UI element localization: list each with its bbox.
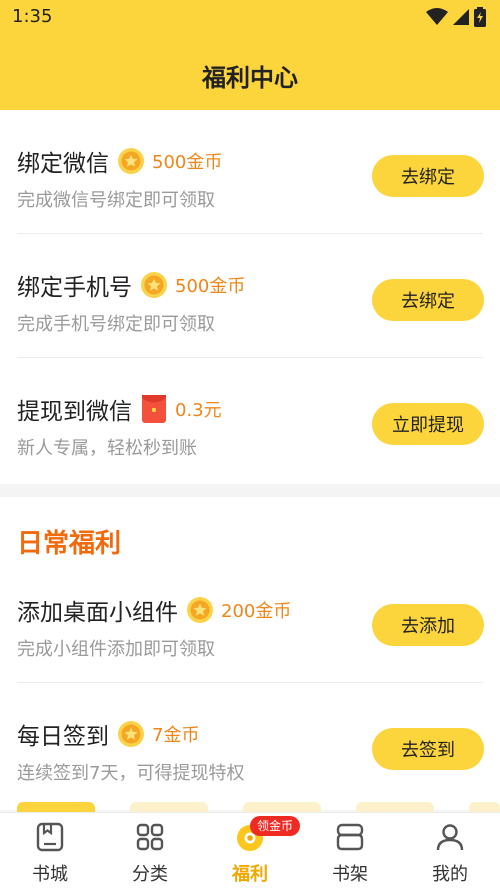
bind-phone-button[interactable]: 去绑定 (372, 279, 484, 321)
task-title: 绑定微信 (17, 151, 109, 177)
coin-icon (118, 721, 144, 747)
task-bind-phone: 绑定手机号 500金币 完成手机号绑定即可领取 去绑定 (0, 234, 500, 358)
checkin-day-cell (17, 802, 95, 812)
section-title: 日常福利 (17, 529, 122, 559)
task-desc: 完成小组件添加即可领取 (17, 639, 215, 660)
task-reward: 500金币 (175, 276, 246, 297)
wifi-icon (426, 8, 448, 25)
status-bar: 1:35 (0, 0, 500, 34)
task-withdraw-wechat: 提现到微信 0.3元 新人专属，轻松秒到账 立即提现 (0, 358, 500, 482)
task-title: 绑定手机号 (17, 275, 132, 301)
status-time: 1:35 (12, 6, 53, 27)
task-desc: 新人专属，轻松秒到账 (17, 438, 197, 459)
coin-icon (141, 272, 167, 298)
task-bind-wechat: 绑定微信 500金币 完成微信号绑定即可领取 去绑定 (0, 110, 500, 234)
task-reward: 7金币 (152, 725, 200, 746)
bookstore-icon (36, 822, 64, 852)
task-reward: 200金币 (221, 601, 292, 622)
battery-icon (474, 7, 486, 27)
daily-welfare-card: 日常福利 添加桌面小组件 200金币 完成小组件添加即可领取 去添加 每日签到 … (0, 497, 500, 810)
bookshelf-icon (336, 823, 364, 851)
page-title: 福利中心 (202, 64, 298, 92)
task-title: 每日签到 (17, 724, 109, 750)
tab-bookshelf[interactable]: 书架 (300, 813, 400, 889)
signal-icon (453, 9, 469, 25)
get-coins-badge: 领金币 (250, 816, 301, 836)
checkin-day-cell (130, 802, 208, 812)
header-bar: 1:35 福利中心 (0, 0, 500, 110)
profile-icon (436, 824, 464, 851)
task-desc: 连续签到7天，可得提现特权 (17, 763, 245, 784)
task-card: 绑定微信 500金币 完成微信号绑定即可领取 去绑定 绑定手机号 500金币 完… (0, 110, 500, 484)
red-packet-icon (142, 395, 166, 423)
checkin-day-cell (243, 802, 321, 812)
task-title: 提现到微信 (17, 399, 132, 425)
coin-icon (118, 148, 144, 174)
tab-category[interactable]: 分类 (100, 813, 200, 889)
task-add-widget: 添加桌面小组件 200金币 完成小组件添加即可领取 去添加 (0, 559, 500, 683)
task-title: 添加桌面小组件 (17, 600, 178, 626)
tab-profile[interactable]: 我的 (400, 813, 500, 889)
status-icons (426, 7, 486, 27)
coin-icon (187, 597, 213, 623)
tab-label: 我的 (432, 864, 468, 885)
tab-label: 分类 (132, 864, 168, 885)
bind-wechat-button[interactable]: 去绑定 (372, 155, 484, 197)
withdraw-now-button[interactable]: 立即提现 (372, 403, 484, 445)
task-desc: 完成手机号绑定即可领取 (17, 314, 215, 335)
add-widget-button[interactable]: 去添加 (372, 604, 484, 646)
task-reward: 0.3元 (175, 400, 222, 421)
tab-bookstore[interactable]: 书城 (0, 813, 100, 889)
tab-label: 书架 (332, 864, 368, 885)
checkin-button[interactable]: 去签到 (372, 728, 484, 770)
checkin-day-cell (469, 802, 500, 812)
task-reward: 500金币 (152, 152, 223, 173)
task-desc: 完成微信号绑定即可领取 (17, 190, 215, 211)
tab-label: 书城 (32, 864, 68, 885)
checkin-days-peek (0, 802, 500, 812)
task-daily-checkin: 每日签到 7金币 连续签到7天，可得提现特权 去签到 (0, 683, 500, 807)
checkin-day-cell (356, 802, 434, 812)
tab-label: 福利 (232, 864, 268, 885)
category-grid-icon (136, 823, 164, 851)
